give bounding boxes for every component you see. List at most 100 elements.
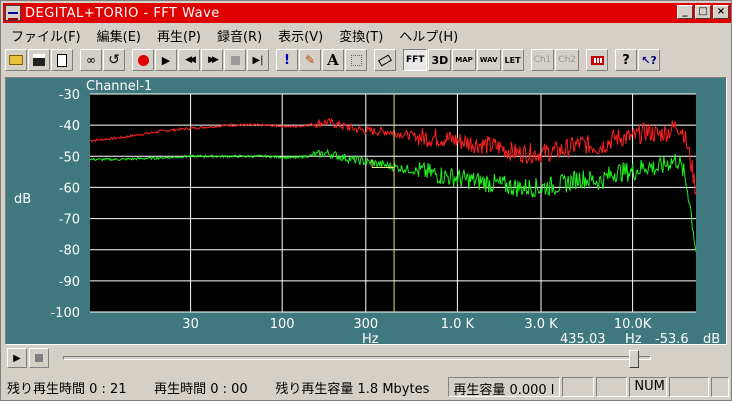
context-help-button[interactable]: ↖? bbox=[638, 49, 660, 71]
channel1-button[interactable]: Ch1 bbox=[530, 49, 555, 71]
help-icon: ? bbox=[622, 52, 630, 68]
grid-button[interactable] bbox=[345, 49, 367, 71]
menu-help[interactable]: ヘルプ(H) bbox=[391, 24, 466, 45]
stop-icon bbox=[35, 354, 43, 362]
view-glasses-button[interactable]: ∞ bbox=[80, 49, 102, 71]
status-remaining-capacity: 残り再生容量 1.8 Mbytes bbox=[275, 381, 430, 397]
cursor-level-unit: dB bbox=[703, 332, 720, 344]
status-remaining-time: 残り再生時間 0 : 21 bbox=[7, 381, 127, 397]
x-tick-label: 1.0 K bbox=[441, 317, 475, 332]
glasses-icon: ∞ bbox=[86, 53, 96, 67]
meter-button[interactable] bbox=[586, 49, 608, 71]
x-tick-label: 300 bbox=[353, 317, 378, 332]
floppy-icon bbox=[33, 54, 45, 66]
eraser-icon bbox=[378, 53, 392, 67]
fast-rewind-icon: ◀◀ bbox=[185, 55, 196, 65]
x-tick-label: 3.0 K bbox=[524, 317, 558, 332]
map-mode-button[interactable]: MAP bbox=[452, 49, 476, 71]
status-capacity: 再生容量 0.000 l bbox=[448, 377, 560, 397]
pencil-icon: ✎ bbox=[304, 53, 316, 67]
y-tick-label: -60 bbox=[59, 181, 80, 196]
wav-mode-button[interactable]: WAV bbox=[476, 49, 501, 71]
rewind-loop-button[interactable]: ↺ bbox=[103, 49, 125, 71]
3d-mode-button[interactable]: 3D bbox=[428, 49, 452, 71]
print-preview-button[interactable] bbox=[51, 49, 73, 71]
meter-icon bbox=[590, 55, 604, 65]
status-panel-blank-3 bbox=[669, 377, 710, 397]
y-tick-label: -40 bbox=[59, 119, 80, 134]
exclamation-icon: ! bbox=[284, 52, 290, 68]
eraser-button[interactable] bbox=[374, 49, 396, 71]
fast-rewind-button[interactable]: ◀◀ bbox=[178, 49, 200, 71]
menu-bar: ファイル(F) 編集(E) 再生(P) 録音(R) 表示(V) 変換(T) ヘル… bbox=[3, 24, 466, 45]
window-title: DEGITAL+TORIO - FFT Wave bbox=[25, 5, 220, 21]
menu-edit[interactable]: 編集(E) bbox=[89, 24, 149, 45]
play-button[interactable]: ▶ bbox=[155, 49, 177, 71]
print-preview-icon bbox=[57, 53, 67, 67]
cursor-freq-readout: 435.03 bbox=[560, 332, 606, 344]
menu-convert[interactable]: 変換(T) bbox=[331, 24, 391, 45]
pencil-button[interactable]: ✎ bbox=[299, 49, 321, 71]
y-tick-label: -50 bbox=[59, 150, 80, 165]
fft-mode-button[interactable]: FFT bbox=[403, 49, 428, 71]
x-tick-label: 30 bbox=[182, 317, 199, 332]
x-tick-label: 100 bbox=[270, 317, 295, 332]
channel2-button[interactable]: Ch2 bbox=[555, 49, 579, 71]
skip-end-button[interactable]: ▶| bbox=[247, 49, 269, 71]
folder-icon bbox=[9, 55, 23, 65]
status-play-time: 再生時間 0 : 00 bbox=[154, 381, 248, 397]
y-tick-label: -90 bbox=[59, 275, 80, 290]
transport-play-button[interactable]: ▶ bbox=[7, 348, 27, 368]
y-tick-label: -80 bbox=[59, 244, 80, 259]
play-icon: ▶ bbox=[13, 352, 21, 364]
x-axis-label: Hz bbox=[362, 332, 379, 344]
marker-button[interactable]: ! bbox=[276, 49, 298, 71]
let-mode-button[interactable]: LET bbox=[501, 49, 524, 71]
seek-slider-thumb[interactable] bbox=[629, 350, 640, 368]
record-button[interactable] bbox=[132, 49, 154, 71]
loop-arrow-icon: ↺ bbox=[108, 52, 120, 68]
x-tick-label: 10.0K bbox=[614, 317, 652, 332]
y-axis-label: dB bbox=[14, 192, 31, 207]
record-icon bbox=[137, 54, 149, 66]
fast-forward-button[interactable]: ▶▶ bbox=[201, 49, 223, 71]
menu-record[interactable]: 録音(R) bbox=[209, 24, 270, 45]
font-icon: A bbox=[327, 51, 339, 69]
close-button[interactable]: × bbox=[713, 5, 729, 19]
play-icon: ▶ bbox=[161, 53, 171, 67]
app-icon[interactable] bbox=[5, 5, 21, 21]
maximize-button[interactable]: □ bbox=[695, 5, 711, 19]
cursor-level-readout: -53.6 bbox=[655, 332, 689, 344]
fft-scope-panel: Channel-1 dB Hz 435.03 Hz -53.6 dB -30 -4… bbox=[5, 77, 727, 345]
cursor-freq-unit: Hz bbox=[625, 332, 642, 344]
skip-end-icon: ▶| bbox=[252, 54, 264, 66]
minimize-button[interactable]: _ bbox=[677, 5, 693, 19]
transport-controls: ▶ bbox=[7, 348, 51, 368]
transport-stop-button[interactable] bbox=[29, 348, 49, 368]
menu-play[interactable]: 再生(P) bbox=[149, 24, 209, 45]
status-bar: 残り再生時間 0 : 21 再生時間 0 : 00 残り再生容量 1.8 Mby… bbox=[3, 376, 729, 398]
y-tick-label: -30 bbox=[59, 88, 80, 103]
menu-file[interactable]: ファイル(F) bbox=[3, 24, 89, 45]
grid-icon bbox=[350, 54, 362, 66]
app-window: DEGITAL+TORIO - FFT Wave _ □ × ファイル(F) 編… bbox=[0, 0, 732, 401]
status-size-grip[interactable] bbox=[711, 377, 729, 397]
channel-label: Channel-1 bbox=[86, 79, 152, 94]
status-panel-blank-2 bbox=[595, 377, 628, 397]
title-bar[interactable]: DEGITAL+TORIO - FFT Wave _ □ × bbox=[3, 3, 731, 23]
help-button[interactable]: ? bbox=[615, 49, 637, 71]
seek-track[interactable] bbox=[63, 356, 651, 360]
y-tick-label: -100 bbox=[50, 306, 80, 321]
save-button[interactable] bbox=[28, 49, 50, 71]
fast-forward-icon: ▶▶ bbox=[208, 55, 219, 65]
text-button[interactable]: A bbox=[322, 49, 344, 71]
stop-icon bbox=[230, 55, 240, 65]
toolbar: ∞ ↺ ▶ ◀◀ ▶▶ ▶| ! ✎ A FFT 3D MAP WAV LET … bbox=[5, 47, 661, 73]
open-folder-button[interactable] bbox=[5, 49, 27, 71]
stop-button[interactable] bbox=[224, 49, 246, 71]
y-tick-label: -70 bbox=[59, 213, 80, 228]
context-help-icon: ↖? bbox=[641, 53, 657, 67]
fft-spectrum-chart[interactable]: Channel-1 dB Hz 435.03 Hz -53.6 dB -30 -4… bbox=[6, 78, 726, 344]
menu-view[interactable]: 表示(V) bbox=[270, 24, 331, 45]
plot-area[interactable] bbox=[90, 94, 696, 312]
